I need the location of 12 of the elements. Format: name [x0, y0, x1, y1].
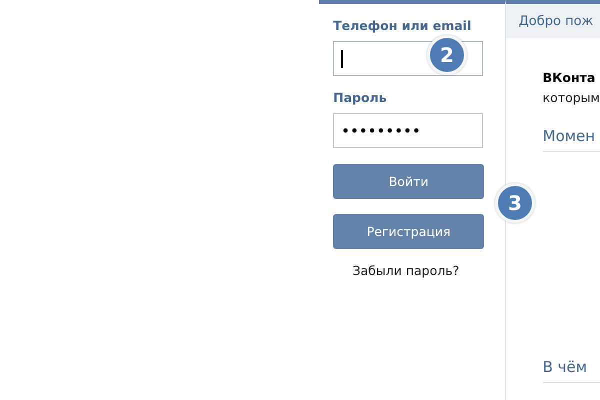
panel-header: Добро пож	[506, 4, 600, 38]
section-heading: Момен	[542, 127, 600, 152]
intro-title: ВКонта	[542, 70, 596, 85]
field-label: Телефон или email	[333, 18, 472, 33]
step-badge: 3	[495, 183, 535, 223]
field-label: Пароль	[333, 90, 388, 105]
intro-text: которым	[542, 90, 600, 105]
register-button[interactable]: Регистрация	[333, 214, 484, 249]
password-field[interactable]: •••••••••	[333, 113, 484, 148]
section-heading: В чём	[542, 358, 600, 383]
login-button[interactable]: Войти	[333, 164, 484, 199]
forgot-password-link[interactable]: Забыли пароль?	[352, 263, 460, 278]
